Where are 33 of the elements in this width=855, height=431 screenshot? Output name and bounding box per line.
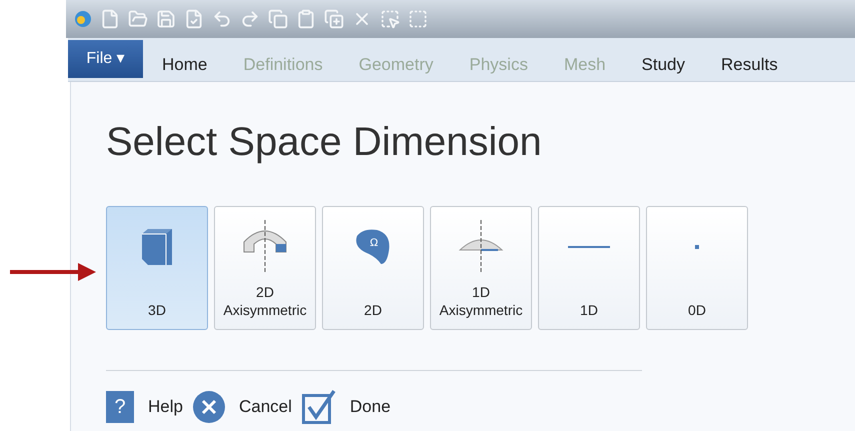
help-icon: ? <box>106 391 134 423</box>
cube-icon <box>140 228 174 266</box>
dimension-option[interactable]: 0D <box>646 206 748 330</box>
page-title: Select Space Dimension <box>106 122 543 162</box>
checkbox-icon <box>302 389 336 425</box>
dimension-option[interactable]: Ω 2D <box>322 206 424 330</box>
redo-icon[interactable] <box>240 9 260 29</box>
select-icon[interactable] <box>380 9 400 29</box>
document-icon[interactable] <box>184 9 204 29</box>
line-icon <box>568 246 610 248</box>
axisymmetric-line-icon <box>456 220 506 274</box>
dimension-option[interactable]: 2D Axisymmetric <box>214 206 316 330</box>
dialog-action-button[interactable]: ? Help <box>106 391 183 423</box>
ribbon-tab[interactable]: Study <box>632 52 694 77</box>
dimension-option[interactable]: 1D Axisymmetric <box>430 206 532 330</box>
copy-icon[interactable] <box>268 9 288 29</box>
dialog-action-button[interactable]: Cancel <box>192 391 292 423</box>
folder-icon[interactable] <box>128 9 148 29</box>
point-icon <box>695 245 699 249</box>
dialog-action-button[interactable]: Done <box>302 389 391 425</box>
arrow-icon <box>10 263 96 281</box>
dimension-option[interactable]: 1D <box>538 206 640 330</box>
save-icon[interactable] <box>156 9 176 29</box>
ribbon-tab[interactable]: Results <box>712 52 787 77</box>
file-icon[interactable] <box>100 9 120 29</box>
app-logo-icon <box>74 10 92 28</box>
duplicate-icon[interactable] <box>324 9 344 29</box>
dimension-option[interactable]: 3D <box>106 206 208 330</box>
clipboard-icon[interactable] <box>296 9 316 29</box>
undo-icon[interactable] <box>212 9 232 29</box>
ribbon-tab[interactable]: Home <box>153 52 216 77</box>
close-icon <box>192 391 225 423</box>
file-menu-button[interactable]: File ▾ <box>68 40 143 78</box>
